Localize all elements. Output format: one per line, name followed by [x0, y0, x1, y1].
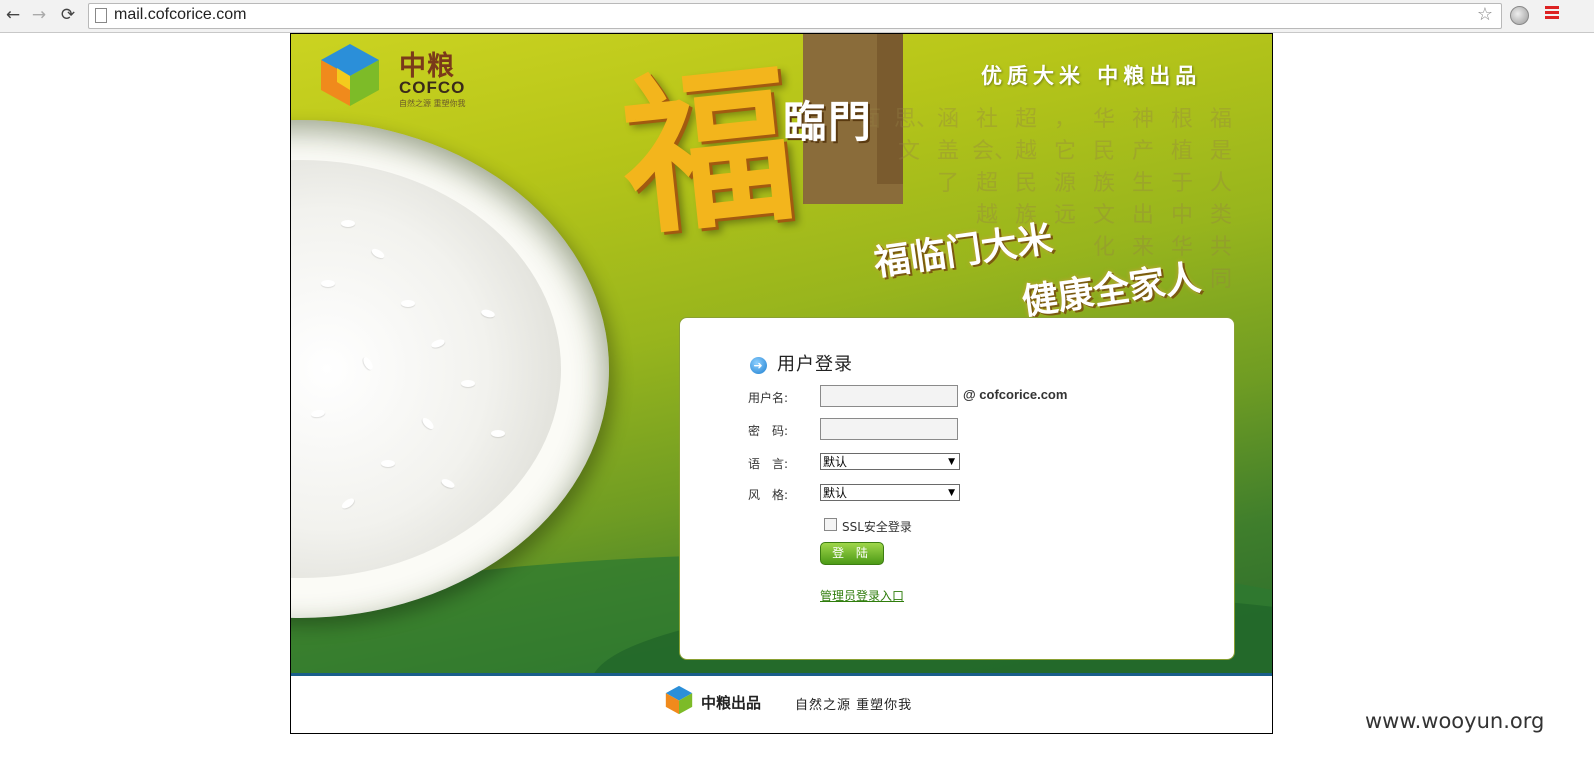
verse-column: 根植于中华	[1170, 107, 1193, 260]
verse-column: 社会、超越	[972, 107, 1017, 228]
cofco-logo-icon	[321, 44, 379, 106]
login-page: 福是人类共同 根植于中华 神产生出来 华民族文化 ，它源远 超越民族 社会、超越…	[290, 33, 1273, 734]
style-label: 风 格:	[748, 488, 789, 502]
ssl-checkbox[interactable]	[824, 518, 837, 531]
page-icon	[95, 8, 107, 23]
password-input[interactable]	[820, 418, 958, 440]
verse-column: 神产生出来	[1131, 107, 1154, 260]
username-label: 用户名:	[748, 391, 789, 405]
language-label: 语 言:	[748, 457, 789, 471]
language-select[interactable]: 默认 ▼	[820, 453, 960, 470]
dropdown-caret-icon: ▼	[948, 488, 955, 498]
password-label: 密 码:	[748, 424, 789, 438]
login-button[interactable]: 登 陆	[820, 542, 884, 565]
browser-toolbar: ← → ⟳ mail.cofcorice.com ☆	[0, 0, 1594, 33]
menu-icon[interactable]	[1545, 6, 1559, 24]
slogan-top: 优质大米 中粮出品	[981, 64, 1202, 88]
dropdown-caret-icon: ▼	[948, 457, 955, 467]
verse-column: 华民族文化	[1092, 107, 1115, 260]
arrow-right-icon: ➜	[750, 357, 767, 374]
verse-column: 思、文	[894, 107, 939, 164]
logo-en-text: COFCO	[399, 78, 466, 97]
back-arrow-icon[interactable]: ←	[2, 4, 24, 26]
url-text: mail.cofcorice.com	[114, 6, 247, 23]
banner: 福是人类共同 根植于中华 神产生出来 华民族文化 ，它源远 超越民族 社会、超越…	[291, 34, 1272, 673]
cofco-logo-icon	[665, 685, 693, 715]
ssl-label: SSL安全登录	[842, 520, 912, 534]
admin-login-link[interactable]: 管理员登录入口	[820, 587, 904, 604]
style-select[interactable]: 默认 ▼	[820, 484, 960, 501]
address-bar[interactable]: mail.cofcorice.com ☆	[88, 3, 1502, 29]
login-title: ➜ 用户登录	[750, 350, 853, 376]
footer-brand: 中粮出品	[701, 694, 762, 712]
footer: 中粮出品 自然之源 重塑你我	[291, 673, 1272, 733]
login-title-text: 用户登录	[777, 354, 853, 375]
footer-slogan: 自然之源 重塑你我	[795, 698, 913, 713]
linmen-text: 臨門	[783, 98, 873, 148]
style-selected-value: 默认	[823, 486, 848, 500]
reload-icon[interactable]: ⟳	[57, 4, 79, 26]
globe-icon[interactable]	[1510, 6, 1529, 25]
logo-tagline: 自然之源 重塑你我	[399, 99, 466, 108]
watermark-text: www.wooyun.org	[1365, 709, 1545, 733]
domain-suffix: @ cofcorice.com	[963, 387, 1068, 402]
language-selected-value: 默认	[823, 455, 848, 469]
bookmark-star-icon[interactable]: ☆	[1477, 4, 1493, 25]
verse-column: 福是人类共同	[1209, 107, 1232, 292]
forward-arrow-icon[interactable]: →	[28, 4, 50, 26]
fu-calligraphy: 福	[613, 43, 804, 261]
username-input[interactable]	[820, 385, 958, 407]
login-panel: ➜ 用户登录 用户名: @ cofcorice.com 密 码: 语 言: 默认 …	[679, 317, 1235, 660]
verse-column: ，它源远	[1053, 107, 1076, 228]
